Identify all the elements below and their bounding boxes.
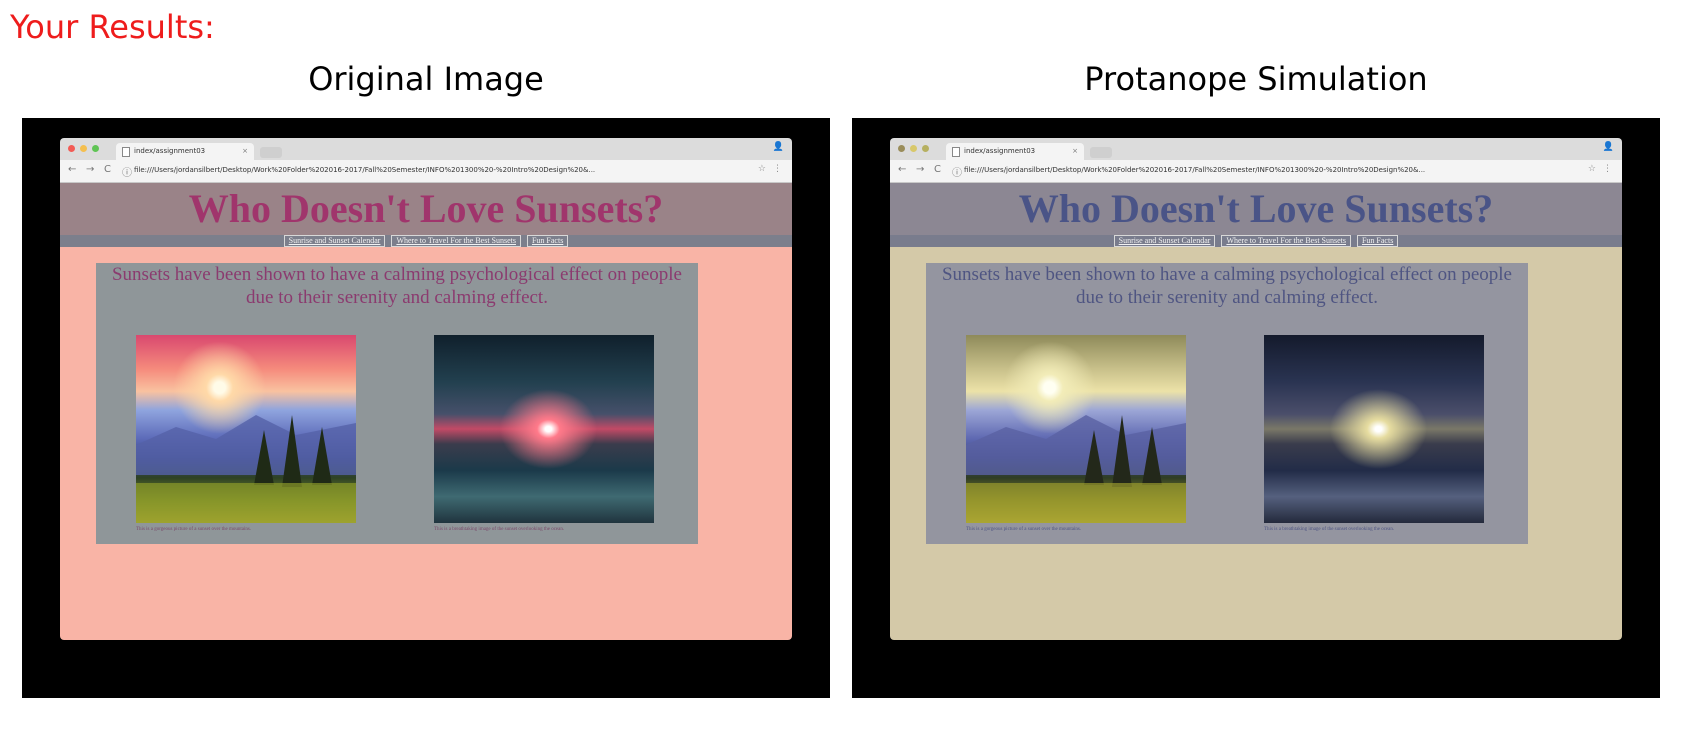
- site-title: Who Doesn't Love Sunsets?: [1018, 186, 1494, 231]
- url-text: file:///Users/jordansilbert/Desktop/Work…: [134, 166, 596, 174]
- maximize-window-icon: [92, 145, 99, 152]
- tab-close-icon: ×: [242, 147, 248, 155]
- simulation-panel: Protanope Simulation index/assignment03 …: [852, 0, 1660, 740]
- image-caption: This is a gorgeous picture of a sunset o…: [966, 527, 1082, 532]
- address-bar: ← → C ⓘ file:///Users/jordansilbert/Desk…: [60, 160, 792, 183]
- menu-icon: ⋮: [773, 164, 782, 174]
- tab-close-icon: ×: [1072, 147, 1078, 155]
- browser-window-simulation: index/assignment03 × 👤 ← → C ⓘ file:///U…: [890, 138, 1622, 640]
- site-nav: Sunrise and Sunset Calendar Where to Tra…: [60, 235, 792, 247]
- browser-tabstrip: index/assignment03 × 👤: [890, 138, 1622, 160]
- close-window-icon: [68, 145, 75, 152]
- trees-icon: [966, 415, 1186, 523]
- nav-link-fun-facts: Fun Facts: [526, 235, 569, 247]
- minimize-window-icon: [80, 145, 87, 152]
- site-nav: Sunrise and Sunset Calendar Where to Tra…: [890, 235, 1622, 247]
- page-icon: [952, 147, 960, 157]
- screenshot-frame-original: index/assignment03 × 👤 ← → C ⓘ file:///U…: [22, 118, 830, 698]
- url-text: file:///Users/jordansilbert/Desktop/Work…: [964, 166, 1426, 174]
- maximize-window-icon: [922, 145, 929, 152]
- back-icon: ←: [898, 164, 907, 175]
- minimize-window-icon: [910, 145, 917, 152]
- new-tab-button: [260, 147, 282, 158]
- star-icon: ☆: [1587, 164, 1596, 174]
- new-tab-button: [1090, 147, 1112, 158]
- page-icon: [122, 147, 130, 157]
- content-box: Sunsets have been shown to have a calmin…: [96, 263, 698, 544]
- reload-icon: C: [934, 164, 941, 175]
- forward-icon: →: [86, 164, 95, 175]
- star-icon: ☆: [757, 164, 766, 174]
- original-panel: Original Image index/assignment03 × 👤 ← …: [22, 0, 830, 740]
- nav-link-travel: Where to Travel For the Best Sunsets: [391, 235, 521, 247]
- browser-tabstrip: index/assignment03 × 👤: [60, 138, 792, 160]
- image-caption: This is a breathtaking image of the suns…: [1264, 527, 1395, 532]
- info-icon: ⓘ: [122, 168, 132, 179]
- page-content: Sunsets have been shown to have a calmin…: [890, 247, 1622, 640]
- site-title: Who Doesn't Love Sunsets?: [188, 186, 664, 231]
- address-bar: ← → C ⓘ file:///Users/jordansilbert/Desk…: [890, 160, 1622, 183]
- nav-link-calendar: Sunrise and Sunset Calendar: [283, 235, 386, 247]
- content-box: Sunsets have been shown to have a calmin…: [926, 263, 1528, 544]
- info-icon: ⓘ: [952, 168, 962, 179]
- tab-title: index/assignment03: [134, 147, 206, 155]
- site-header: Who Doesn't Love Sunsets?: [890, 183, 1622, 235]
- menu-icon: ⋮: [1603, 164, 1612, 174]
- back-icon: ←: [68, 164, 77, 175]
- close-window-icon: [898, 145, 905, 152]
- user-icon: 👤: [772, 142, 784, 152]
- intro-text: Sunsets have been shown to have a calmin…: [941, 264, 1512, 308]
- nav-link-fun-facts: Fun Facts: [1356, 235, 1399, 247]
- panel-title-original: Original Image: [308, 60, 544, 98]
- browser-tab: index/assignment03 ×: [116, 143, 254, 160]
- nav-link-travel: Where to Travel For the Best Sunsets: [1221, 235, 1351, 247]
- reload-icon: C: [104, 164, 111, 175]
- screenshot-frame-simulation: index/assignment03 × 👤 ← → C ⓘ file:///U…: [852, 118, 1660, 698]
- forward-icon: →: [916, 164, 925, 175]
- user-icon: 👤: [1602, 142, 1614, 152]
- ocean-sunset-image: [434, 335, 654, 523]
- site-header: Who Doesn't Love Sunsets?: [60, 183, 792, 235]
- browser-window-original: index/assignment03 × 👤 ← → C ⓘ file:///U…: [60, 138, 792, 640]
- mountain-sunset-image: [136, 335, 356, 523]
- mountain-sunset-image: [966, 335, 1186, 523]
- panel-title-simulation: Protanope Simulation: [1084, 60, 1428, 98]
- nav-link-calendar: Sunrise and Sunset Calendar: [1113, 235, 1216, 247]
- ocean-sunset-image: [1264, 335, 1484, 523]
- intro-text: Sunsets have been shown to have a calmin…: [111, 264, 682, 308]
- image-caption: This is a breathtaking image of the suns…: [434, 527, 565, 532]
- trees-icon: [136, 415, 356, 523]
- page-content: Sunsets have been shown to have a calmin…: [60, 247, 792, 640]
- tab-title: index/assignment03: [964, 147, 1036, 155]
- browser-tab: index/assignment03 ×: [946, 143, 1084, 160]
- image-caption: This is a gorgeous picture of a sunset o…: [136, 527, 252, 532]
